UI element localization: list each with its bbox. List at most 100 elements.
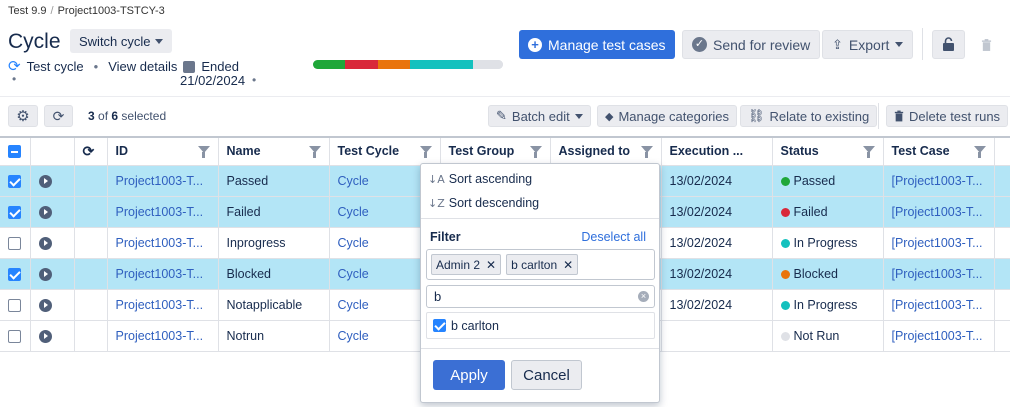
play-icon[interactable] bbox=[38, 174, 52, 188]
refresh-icon: ⟳ bbox=[52, 107, 65, 124]
apply-button[interactable]: Apply bbox=[433, 360, 505, 390]
row-checkbox[interactable] bbox=[8, 205, 21, 219]
row-select-cell[interactable] bbox=[0, 227, 31, 259]
refresh-button[interactable]: ⟳ bbox=[44, 105, 73, 127]
view-details-link[interactable]: View details bbox=[108, 59, 177, 74]
batch-edit-button[interactable]: ✎ Batch edit bbox=[488, 105, 591, 127]
send-for-review-label: Send for review bbox=[713, 36, 811, 53]
column-header-test-case[interactable]: Test Case bbox=[883, 136, 995, 166]
filter-icon[interactable] bbox=[197, 146, 210, 158]
chevron-down-icon bbox=[895, 42, 904, 47]
filter-icon[interactable] bbox=[419, 146, 432, 158]
filter-icon[interactable] bbox=[529, 146, 542, 158]
test-case-link[interactable]: [Project1003-T... bbox=[883, 320, 995, 352]
ended-date: 21/02/2024 bbox=[180, 73, 246, 88]
play-icon[interactable] bbox=[38, 205, 52, 219]
test-case-link[interactable]: [Project1003-T... bbox=[883, 227, 995, 259]
progress-segment bbox=[377, 60, 410, 69]
filter-icon[interactable] bbox=[308, 146, 321, 158]
status-cell: Passed bbox=[772, 165, 884, 197]
run-id-link[interactable]: Project1003-T... bbox=[107, 196, 219, 228]
delete-test-runs-button[interactable]: Delete test runs bbox=[886, 105, 1009, 127]
row-select-cell[interactable] bbox=[0, 196, 31, 228]
column-header-id[interactable]: ID bbox=[107, 136, 219, 166]
unlock-button[interactable] bbox=[932, 30, 965, 59]
sort-descending-item[interactable]: ↓Z Sort descending bbox=[428, 196, 539, 210]
run-id-link[interactable]: Project1003-T... bbox=[107, 165, 219, 197]
run-id-link[interactable]: Project1003-T... bbox=[107, 320, 219, 352]
close-icon[interactable]: ✕ bbox=[486, 258, 496, 272]
filter-icon[interactable] bbox=[862, 146, 875, 158]
run-cell[interactable] bbox=[30, 227, 75, 259]
run-cell[interactable] bbox=[30, 320, 75, 352]
status-cell: Not Run bbox=[772, 320, 884, 352]
breadcrumb-parent[interactable]: Test 9.9 bbox=[8, 5, 47, 17]
row-checkbox[interactable] bbox=[8, 174, 21, 188]
run-cell[interactable] bbox=[30, 258, 75, 290]
row-select-cell[interactable] bbox=[0, 320, 31, 352]
cancel-button[interactable]: Cancel bbox=[511, 360, 582, 390]
manage-categories-button[interactable]: ◆ Manage categories bbox=[597, 105, 738, 127]
filter-option[interactable]: b carlton bbox=[426, 312, 655, 339]
row-select-cell[interactable] bbox=[0, 258, 31, 290]
select-all-header[interactable] bbox=[0, 136, 31, 166]
column-header-status[interactable]: Status bbox=[772, 136, 884, 166]
select-all-checkbox[interactable] bbox=[8, 145, 21, 159]
switch-cycle-button[interactable]: Switch cycle bbox=[70, 29, 172, 53]
sync-icon: ⟳ bbox=[82, 142, 95, 159]
play-icon[interactable] bbox=[38, 298, 52, 312]
selection-of: of bbox=[98, 109, 109, 123]
selected-filter-tags[interactable]: Admin 2 ✕ b carlton ✕ bbox=[426, 249, 655, 280]
execution-date: 13/02/2024 bbox=[661, 258, 773, 290]
column-label: Test Group bbox=[448, 144, 515, 159]
relate-to-existing-button[interactable]: ⛓ Relate to existing bbox=[740, 105, 878, 127]
filler-cell bbox=[994, 320, 1010, 352]
run-id-link[interactable]: Project1003-T... bbox=[107, 258, 219, 290]
filter-icon[interactable] bbox=[973, 146, 986, 158]
column-header-assigned-to[interactable]: Assigned to bbox=[550, 136, 662, 166]
row-checkbox[interactable] bbox=[8, 267, 21, 281]
row-checkbox[interactable] bbox=[8, 236, 21, 250]
run-cell[interactable] bbox=[30, 289, 75, 321]
breadcrumb-current[interactable]: Project1003-TSTCY-3 bbox=[58, 5, 165, 17]
gear-icon: ⚙ bbox=[16, 107, 30, 125]
column-header-execution[interactable]: Execution ... bbox=[661, 136, 773, 166]
column-label: Test Cycle bbox=[337, 144, 400, 159]
filter-search-input[interactable] bbox=[426, 285, 655, 308]
row-checkbox[interactable] bbox=[8, 298, 21, 312]
row-select-cell[interactable] bbox=[0, 165, 31, 197]
export-icon: ⇪ bbox=[832, 36, 843, 52]
deselect-all-link[interactable]: Deselect all bbox=[581, 230, 646, 244]
close-icon[interactable]: ✕ bbox=[563, 258, 573, 272]
run-id-link[interactable]: Project1003-T... bbox=[107, 289, 219, 321]
settings-button[interactable]: ⚙ bbox=[8, 105, 38, 127]
delete-cycle-button[interactable] bbox=[972, 30, 1001, 59]
column-header-name[interactable]: Name bbox=[218, 136, 330, 166]
test-case-link[interactable]: [Project1003-T... bbox=[883, 289, 995, 321]
run-cell[interactable] bbox=[30, 196, 75, 228]
play-icon[interactable] bbox=[38, 267, 52, 281]
manage-test-cases-button[interactable]: + Manage test cases bbox=[519, 30, 675, 59]
execution-date: 13/02/2024 bbox=[661, 227, 773, 259]
filter-icon[interactable] bbox=[640, 146, 653, 158]
filler-cell bbox=[994, 165, 1010, 197]
run-name: Passed bbox=[218, 165, 330, 197]
run-id-link[interactable]: Project1003-T... bbox=[107, 227, 219, 259]
run-cell[interactable] bbox=[30, 165, 75, 197]
test-case-link[interactable]: [Project1003-T... bbox=[883, 196, 995, 228]
test-case-link[interactable]: [Project1003-T... bbox=[883, 258, 995, 290]
test-case-link[interactable]: [Project1003-T... bbox=[883, 165, 995, 197]
row-checkbox[interactable] bbox=[8, 329, 21, 343]
clear-icon[interactable]: × bbox=[638, 291, 649, 302]
sort-ascending-item[interactable]: ↓A Sort ascending bbox=[428, 172, 532, 186]
play-icon[interactable] bbox=[38, 329, 52, 343]
export-button[interactable]: ⇪ Export bbox=[822, 30, 914, 59]
play-icon[interactable] bbox=[38, 236, 52, 250]
filter-option-checkbox[interactable] bbox=[433, 319, 446, 332]
filler-cell bbox=[994, 289, 1010, 321]
column-label: Status bbox=[780, 144, 819, 159]
row-select-cell[interactable] bbox=[0, 289, 31, 321]
send-for-review-button[interactable]: ✓ Send for review bbox=[682, 30, 821, 59]
column-header-test-group[interactable]: Test Group bbox=[440, 136, 551, 166]
column-header-test-cycle[interactable]: Test Cycle bbox=[329, 136, 441, 166]
